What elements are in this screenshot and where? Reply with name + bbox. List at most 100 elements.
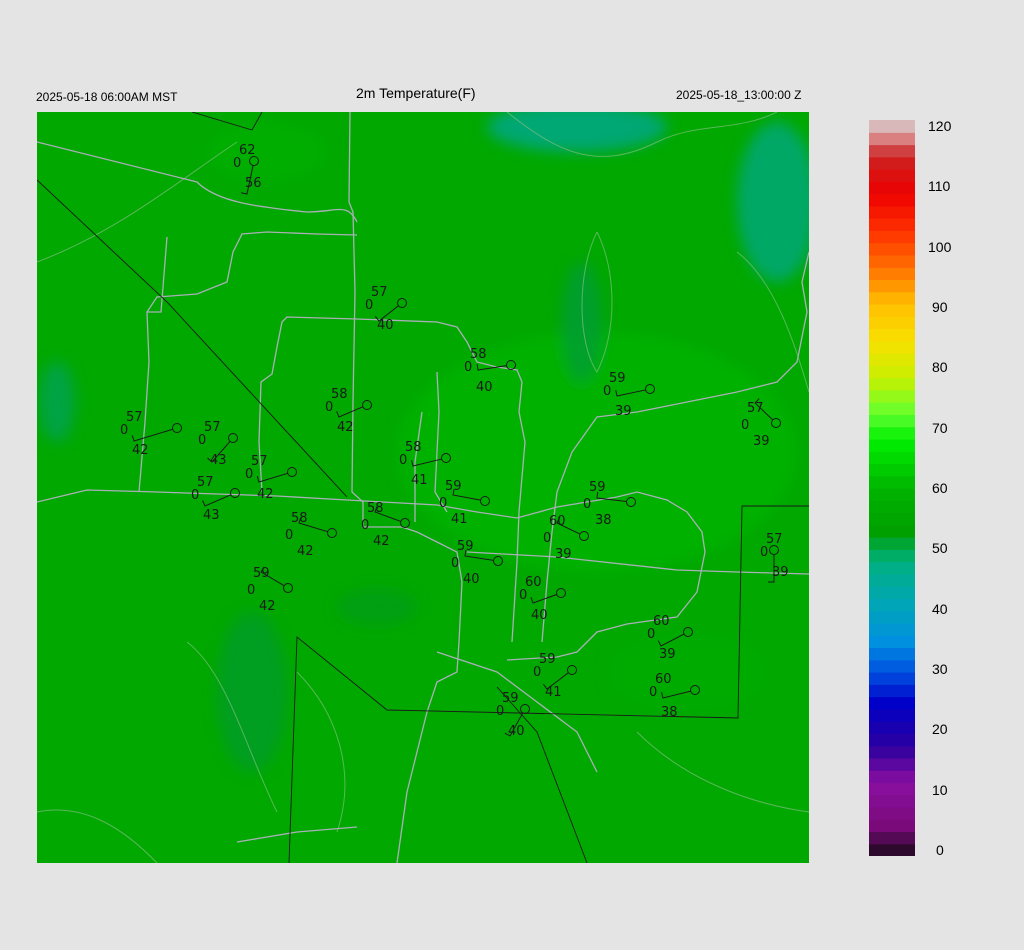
colorbar-band — [869, 438, 915, 452]
colorbar-band — [869, 684, 915, 698]
wind-speed-value: 0 — [583, 497, 591, 512]
wind-speed-value: 0 — [325, 400, 333, 415]
wind-speed-value: 0 — [361, 518, 369, 533]
wind-speed-value: 0 — [741, 418, 749, 433]
colorbar-band — [869, 488, 915, 501]
colorbar-band — [869, 819, 915, 833]
colorbar-band — [869, 169, 915, 182]
dewpoint-value: 43 — [210, 453, 227, 468]
wind-speed-value: 0 — [247, 583, 255, 598]
colorbar-band — [869, 770, 915, 783]
colorbar-band — [869, 463, 915, 477]
temperature-value: 59 — [609, 371, 626, 386]
temperature-value: 57 — [251, 454, 268, 469]
colorbar-band — [869, 389, 915, 403]
dewpoint-value: 41 — [451, 512, 468, 527]
colorbar-tick-label: 20 — [932, 721, 948, 738]
colorbar-band — [869, 537, 915, 550]
colorbar-band — [869, 622, 915, 636]
colorbar-band — [869, 132, 915, 146]
colorbar-band — [869, 402, 915, 415]
colorbar-band — [869, 647, 915, 661]
dewpoint-value: 40 — [476, 380, 493, 395]
dewpoint-value: 42 — [132, 443, 149, 458]
colorbar-band — [869, 414, 915, 428]
colorbar-band — [869, 218, 915, 231]
colorbar-tick-label: 110 — [928, 178, 951, 195]
dewpoint-value: 43 — [203, 508, 220, 523]
colorbar-band — [869, 573, 915, 587]
colorbar-band — [869, 598, 915, 612]
temperature-value: 59 — [445, 479, 462, 494]
colorbar-band — [869, 659, 915, 673]
colorbar-band — [869, 205, 915, 219]
colorbar-band — [869, 451, 915, 465]
colorbar-band — [869, 806, 915, 820]
temperature-value: 59 — [589, 480, 606, 495]
wind-speed-value: 0 — [533, 665, 541, 680]
wind-speed-value: 0 — [365, 298, 373, 313]
colorbar-band — [869, 561, 915, 575]
wind-speed-value: 0 — [543, 531, 551, 546]
dewpoint-value: 56 — [245, 176, 262, 191]
temperature-value: 58 — [405, 440, 422, 455]
dewpoint-value: 39 — [615, 404, 632, 419]
utc-time-label: 2025-05-18_13:00:00 Z — [676, 88, 802, 102]
dewpoint-value: 39 — [753, 434, 770, 449]
colorbar-band — [869, 757, 915, 771]
local-time-label: 2025-05-18 06:00AM MST — [36, 90, 178, 104]
temperature-value: 60 — [655, 672, 672, 687]
colorbar-tick-label: 0 — [936, 842, 944, 858]
dewpoint-value: 42 — [373, 534, 390, 549]
colorbar-band — [869, 120, 915, 133]
colorbar-band — [869, 426, 915, 440]
colorbar-band — [869, 193, 915, 207]
colorbar-band — [869, 181, 915, 195]
dewpoint-value: 42 — [259, 599, 276, 614]
colorbar-tick-label: 70 — [932, 419, 948, 436]
colorbar-tick-label: 30 — [932, 661, 948, 677]
colorbar-band — [869, 708, 915, 722]
temperature-value: 59 — [457, 539, 474, 554]
temperature-value: 57 — [204, 420, 221, 435]
colorbar-band — [869, 365, 915, 379]
wind-speed-value: 0 — [245, 467, 253, 482]
dewpoint-value: 39 — [659, 647, 676, 662]
wind-speed-value: 0 — [760, 545, 768, 560]
temperature-map: 62056570405804059039 57039570425704358042… — [37, 112, 809, 863]
temperature-value: 57 — [126, 410, 143, 425]
colorbar-band — [869, 500, 915, 514]
wind-speed-value: 0 — [399, 453, 407, 468]
colorbar-band — [869, 610, 915, 624]
temperature-colorbar — [869, 120, 915, 856]
colorbar-tick-label: 100 — [928, 238, 952, 255]
colorbar-band — [869, 524, 915, 538]
temperature-value: 62 — [239, 143, 256, 158]
dewpoint-value: 42 — [257, 487, 274, 502]
colorbar-band — [869, 304, 915, 317]
colorbar-tick-label: 40 — [932, 600, 948, 617]
dewpoint-value: 40 — [463, 572, 480, 587]
colorbar-band — [869, 316, 915, 330]
colorbar-band — [869, 230, 915, 244]
colorbar-band — [869, 242, 915, 256]
colorbar-band — [869, 549, 915, 563]
colorbar-band — [869, 782, 915, 796]
dewpoint-value: 38 — [661, 705, 678, 720]
colorbar-band — [869, 794, 915, 808]
colorbar-band — [869, 279, 915, 293]
colorbar-band — [869, 721, 915, 734]
colorbar-tick-label: 80 — [932, 359, 948, 376]
dewpoint-value: 41 — [545, 685, 562, 700]
dewpoint-value: 39 — [555, 547, 572, 562]
temperature-value: 60 — [549, 514, 566, 529]
dewpoint-value: 41 — [411, 473, 428, 488]
colorbar-band — [869, 512, 915, 526]
colorbar-tick-label: 10 — [932, 781, 948, 798]
dewpoint-value: 39 — [772, 565, 789, 580]
colorbar-tick-label: 90 — [932, 299, 948, 315]
dewpoint-value: 42 — [297, 544, 314, 559]
colorbar-band — [869, 843, 915, 856]
temperature-value: 60 — [525, 575, 542, 590]
temperature-value: 59 — [502, 691, 519, 706]
